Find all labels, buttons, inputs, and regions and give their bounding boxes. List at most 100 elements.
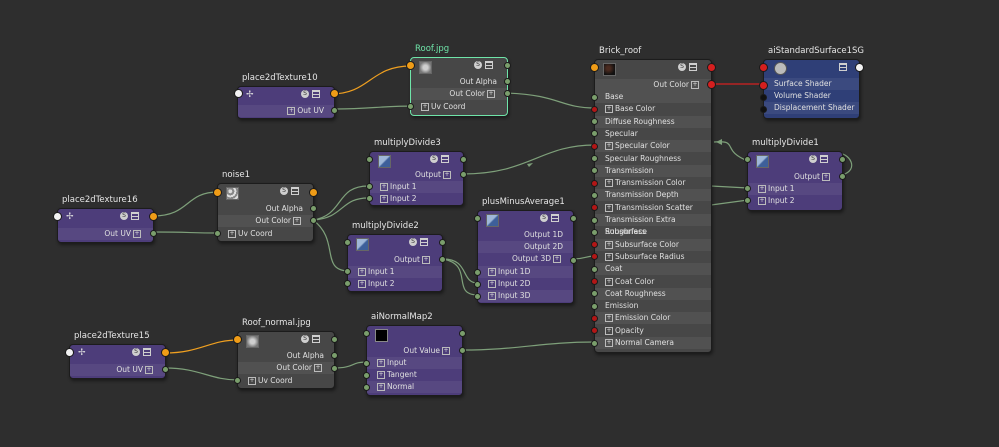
node-header-icons[interactable]: S [120,212,139,220]
input-2d-port[interactable] [474,281,481,288]
node-header-icons[interactable]: S [301,90,320,98]
expand-icon[interactable]: + [145,366,153,374]
expand-icon[interactable]: + [488,268,496,276]
output-port[interactable] [855,63,864,72]
expand-icon[interactable]: + [553,255,561,263]
output-port[interactable] [459,330,466,337]
brick-input-port[interactable] [591,216,598,224]
brick-input-port[interactable] [591,155,598,162]
expand-icon[interactable]: + [314,364,322,372]
layout-toggle-icon[interactable] [131,212,139,220]
input1-port[interactable] [366,183,373,190]
node-noise1[interactable]: noise1 S Out Alpha Out Color + + Uv Coord [213,170,318,242]
out-color-port[interactable] [504,90,511,97]
brick-input-port[interactable] [591,179,598,187]
out-alpha-port[interactable] [331,352,338,359]
output-value-port[interactable] [439,256,446,263]
brick-input-port[interactable] [591,278,598,285]
brick-input-port[interactable] [591,93,598,101]
node-header-icons[interactable]: S [280,187,299,195]
input-port[interactable] [213,188,222,197]
out-uv-port[interactable] [162,366,169,373]
expand-icon[interactable]: + [605,339,613,347]
input2-port[interactable] [366,195,373,202]
output-port[interactable] [504,62,511,69]
node-header-icons[interactable]: S [474,61,493,69]
expand-icon[interactable]: + [133,230,141,238]
input-port[interactable] [759,63,768,72]
input-port[interactable] [363,330,370,337]
expand-icon[interactable]: + [605,105,613,114]
expand-icon[interactable]: + [605,277,613,286]
out-alpha-port[interactable] [504,78,511,85]
swatch-toggle-icon[interactable]: S [809,155,817,163]
output-value-port[interactable] [460,171,467,178]
expand-icon[interactable]: + [442,347,450,355]
swatch-toggle-icon[interactable]: S [301,90,309,98]
node-header-icons[interactable]: S [132,348,151,356]
input-port[interactable] [53,212,62,221]
output-port[interactable] [570,215,577,222]
swatch-toggle-icon[interactable]: S [678,63,686,71]
out-alpha-port[interactable] [310,205,317,212]
output-value-port[interactable] [839,173,846,180]
expand-icon[interactable]: + [605,203,613,212]
node-header-icons[interactable]: S [809,155,828,163]
brick-input-port[interactable] [591,265,598,273]
brick-input-port[interactable] [591,339,598,347]
layout-toggle-icon[interactable] [820,155,828,163]
expand-icon[interactable]: + [377,383,385,391]
expand-icon[interactable]: + [228,230,236,238]
expand-icon[interactable]: + [293,217,301,225]
swatch-toggle-icon[interactable]: S [301,335,309,343]
layout-toggle-icon[interactable] [312,335,320,343]
expand-icon[interactable]: + [248,377,256,385]
expand-icon[interactable]: + [758,185,766,193]
input-port[interactable] [590,63,599,72]
layout-toggle-icon[interactable] [689,63,697,71]
swatch-toggle-icon[interactable]: S [474,61,482,69]
node-header-icons[interactable]: S [301,335,320,343]
expand-icon[interactable]: + [287,107,296,115]
output-3d-port[interactable] [570,257,577,264]
expand-icon[interactable]: + [421,103,429,111]
node-multiplydivide3[interactable]: multiplyDivide3 S Output + + Input 1 + Inpu… [366,138,467,206]
layout-toggle-icon[interactable] [441,155,449,163]
node-plusminusaverage1[interactable]: plusMinusAverage1 S Output 1D Output 2D … [474,197,577,304]
out-color-port[interactable] [310,217,317,224]
brick-input-port[interactable] [591,191,598,199]
input1-port[interactable] [344,268,351,275]
input2-port[interactable] [344,280,351,287]
node-ainormalmap2[interactable]: aiNormalMap2 Out Value + + Input + Tangent … [363,312,466,396]
brick-input-port[interactable] [591,142,598,150]
out-value-port[interactable] [459,347,466,354]
swatch-toggle-icon[interactable]: S [430,155,438,163]
input-3d-port[interactable] [474,293,481,300]
node-header-icons[interactable]: S [430,155,449,163]
swatch-toggle-icon[interactable]: S [540,214,548,222]
expand-icon[interactable]: + [488,280,496,288]
output-port[interactable] [161,348,170,357]
expand-icon[interactable]: + [358,268,366,276]
volume-shader-port[interactable] [760,94,767,101]
input-port[interactable] [65,348,74,357]
output-port[interactable] [839,156,846,163]
layout-toggle-icon[interactable] [839,63,847,71]
expand-icon[interactable]: + [605,314,613,323]
node-place2dtexture10[interactable]: place2dTexture10 ✢ S + Out UV [234,73,339,119]
input-value-port[interactable] [363,360,370,367]
swatch-toggle-icon[interactable]: S [120,212,128,220]
uv-coord-port[interactable] [214,230,221,237]
out-uv-port[interactable] [150,230,157,237]
expand-icon[interactable]: + [380,195,388,203]
expand-icon[interactable]: + [422,256,430,264]
uv-coord-port[interactable] [234,377,241,384]
swatch-toggle-icon[interactable]: S [280,187,288,195]
expand-icon[interactable]: + [691,81,699,89]
input-port[interactable] [234,89,243,98]
expand-icon[interactable]: + [488,292,496,300]
node-header-icons[interactable]: S [409,238,428,246]
expand-icon[interactable]: + [443,171,451,179]
node-aistandardsurface1sg[interactable]: aiStandardSurface1SG Surface Shader Volu… [759,46,864,119]
layout-toggle-icon[interactable] [420,238,428,246]
